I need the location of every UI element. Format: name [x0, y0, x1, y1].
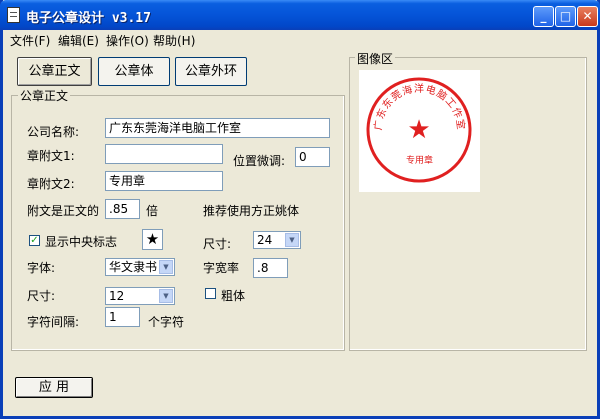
minimize-button[interactable]: _ — [533, 6, 554, 27]
seal-preview-canvas: 广东东莞海洋电脑工作室 ★ 专用章 — [359, 70, 480, 192]
text-size-label: 尺寸: — [27, 289, 56, 303]
maximize-button[interactable]: □ — [555, 6, 576, 27]
font-label: 字体: — [27, 261, 56, 275]
seal-text-group-legend: 公章正文 — [18, 87, 71, 104]
company-name-label: 公司名称: — [27, 125, 80, 139]
position-adjust-label: 位置微调: — [233, 154, 286, 168]
font-select[interactable]: 华文隶书 ▼ — [105, 258, 175, 276]
tab-seal-ring[interactable]: 公章外环 — [175, 57, 247, 86]
menu-edit[interactable]: 编辑(E) — [58, 32, 99, 49]
emblem-size-select[interactable]: 24 ▼ — [253, 231, 301, 249]
ratio-unit-label: 倍 — [146, 204, 159, 218]
char-spacing-input[interactable]: 1 — [105, 307, 140, 327]
show-emblem-label[interactable]: 显示中央标志 — [45, 233, 117, 250]
recommend-font-hint: 推荐使用方正姚体 — [203, 204, 300, 218]
chevron-down-icon[interactable]: ▼ — [159, 260, 173, 274]
app-document-icon — [7, 7, 20, 23]
menu-help[interactable]: 帮助(H) — [153, 32, 195, 49]
char-spacing-unit: 个字符 — [148, 315, 185, 329]
font-value: 华文隶书 — [109, 260, 158, 274]
tab-seal-body[interactable]: 公章体 — [98, 57, 170, 86]
emblem-size-value: 24 — [257, 233, 273, 247]
attach-text1-label: 章附文1: — [27, 149, 75, 163]
company-name-input[interactable]: 广东东莞海洋电脑工作室 — [105, 118, 330, 138]
bold-label[interactable]: 粗体 — [221, 287, 245, 304]
main-window: 电子公章设计 v3.17 _ □ ✕ 文件(F) 编辑(E) 操作(O) 帮助(… — [0, 0, 600, 419]
emblem-symbol-picker[interactable]: ★ — [142, 229, 163, 250]
chevron-down-icon[interactable]: ▼ — [159, 289, 173, 303]
text-size-select[interactable]: 12 ▼ — [105, 287, 175, 305]
seal-bottom-text: 专用章 — [405, 156, 433, 166]
bold-checkbox[interactable] — [205, 288, 216, 299]
ratio-input[interactable]: .85 — [105, 199, 140, 219]
seal-star: ★ — [407, 115, 430, 145]
attach-text2-input[interactable]: 专用章 — [105, 171, 223, 191]
menu-file[interactable]: 文件(F) — [10, 32, 50, 49]
char-width-ratio-input[interactable]: .8 — [253, 258, 288, 278]
attach-text1-input[interactable] — [105, 144, 223, 164]
emblem-size-label: 尺寸: — [203, 237, 232, 251]
position-adjust-input[interactable]: 0 — [295, 147, 330, 167]
menu-bar: 文件(F) 编辑(E) 操作(O) 帮助(H) — [3, 30, 597, 48]
show-emblem-checkbox[interactable]: ✓ — [29, 235, 40, 246]
menu-operate[interactable]: 操作(O) — [106, 32, 149, 49]
char-width-ratio-label: 字宽率 — [203, 261, 240, 275]
char-spacing-label: 字符间隔: — [27, 315, 80, 329]
seal-preview-image: 广东东莞海洋电脑工作室 ★ — [366, 77, 472, 183]
text-size-value: 12 — [109, 289, 125, 303]
ratio-label: 附文是正文的 — [27, 204, 100, 218]
image-area-legend: 图像区 — [355, 50, 396, 67]
window-title: 电子公章设计 v3.17 — [26, 11, 151, 26]
title-bar[interactable]: 电子公章设计 v3.17 _ □ ✕ — [0, 0, 600, 30]
tab-seal-text[interactable]: 公章正文 — [17, 57, 92, 86]
apply-button[interactable]: 应 用 — [15, 377, 93, 398]
attach-text2-label: 章附文2: — [27, 177, 75, 191]
close-button[interactable]: ✕ — [577, 6, 598, 27]
chevron-down-icon[interactable]: ▼ — [285, 233, 299, 247]
